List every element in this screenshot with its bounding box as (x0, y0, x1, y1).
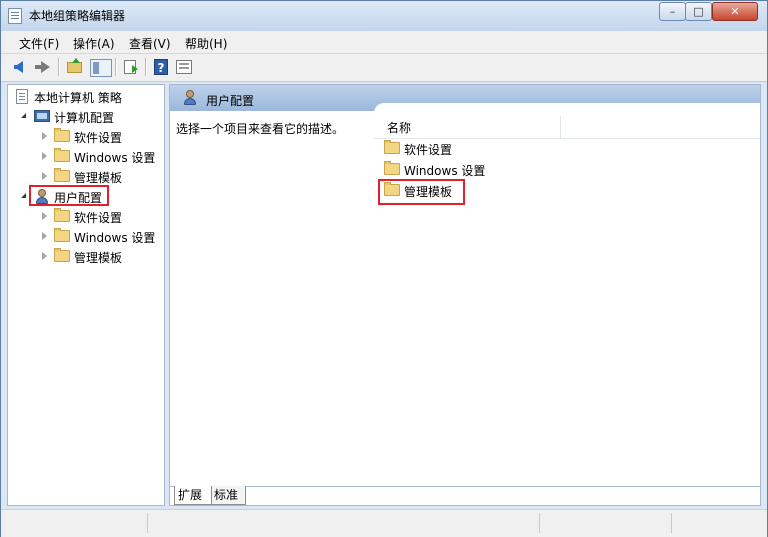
list-item-software[interactable]: 软件设置 (384, 139, 584, 159)
folder-icon (54, 148, 70, 162)
menu-bar: 文件(F) 操作(A) 查看(V) 帮助(H) (1, 31, 767, 54)
status-segment (147, 513, 538, 533)
window-title: 本地组策略编辑器 (29, 9, 126, 23)
column-header[interactable]: 名称 (374, 116, 760, 139)
tree-item-user-software[interactable]: 软件设置 (12, 207, 162, 227)
show-hide-tree-icon (90, 59, 112, 77)
folder-icon (384, 161, 400, 175)
properties-button[interactable] (174, 57, 194, 77)
folder-icon (54, 168, 70, 182)
list-item-windows[interactable]: Windows 设置 (384, 160, 584, 180)
items-list[interactable]: 名称 软件设置 Windows 设置 管理模板 (374, 103, 760, 487)
maximize-button[interactable]: □ (685, 2, 712, 21)
highlight-box-list (378, 179, 465, 205)
description-text: 选择一个项目来查看它的描述。 (176, 122, 345, 136)
tree-item-computer-admin[interactable]: 管理模板 (12, 167, 162, 187)
collapsed-arrow-icon[interactable] (42, 172, 47, 180)
folder-icon (54, 248, 70, 262)
menu-file[interactable]: 文件(F) (19, 35, 59, 52)
folder-icon (54, 128, 70, 142)
menu-view[interactable]: 查看(V) (129, 35, 171, 52)
show-hide-tree-button[interactable] (89, 57, 112, 77)
status-bar (1, 509, 767, 537)
collapsed-arrow-icon[interactable] (42, 232, 47, 240)
toolbar: ? (1, 54, 767, 82)
collapsed-arrow-icon[interactable] (42, 152, 47, 160)
collapsed-arrow-icon[interactable] (42, 212, 47, 220)
toolbar-separator (145, 58, 147, 76)
folder-icon (54, 208, 70, 222)
expanded-arrow-icon[interactable] (21, 193, 26, 198)
help-button[interactable]: ? (151, 57, 171, 77)
properties-icon (176, 60, 192, 74)
toolbar-separator (58, 58, 60, 76)
policy-document-icon (16, 89, 28, 104)
computer-icon (34, 110, 50, 122)
title-bar[interactable]: 本地组策略编辑器 – □ ✕ (1, 1, 767, 31)
policy-editor-icon (8, 8, 22, 24)
tab-extended[interactable]: 扩展 (174, 486, 212, 505)
tree-item-computer-config[interactable]: 计算机配置 (12, 107, 162, 127)
expanded-arrow-icon[interactable] (21, 113, 26, 118)
status-segment (539, 513, 670, 533)
status-segment (671, 513, 766, 533)
tree-label: 软件设置 (74, 211, 123, 225)
tree-label: Windows 设置 (74, 231, 156, 245)
tab-standard[interactable]: 标准 (210, 486, 246, 505)
export-list-button[interactable] (121, 57, 141, 77)
tree-label: 本地计算机 策略 (34, 91, 122, 105)
close-button[interactable]: ✕ (712, 2, 758, 21)
highlight-box-tree (29, 185, 109, 206)
up-one-level-button[interactable] (65, 57, 85, 77)
tree-item-computer-software[interactable]: 软件设置 (12, 127, 162, 147)
tree-item-root[interactable]: 本地计算机 策略 (12, 87, 162, 107)
collapsed-arrow-icon[interactable] (42, 132, 47, 140)
details-pane: 用户配置 选择一个项目来查看它的描述。 名称 软件设置 Windows 设置 管… (169, 84, 761, 506)
tree-label: 计算机配置 (54, 111, 115, 125)
tree-item-user-admin[interactable]: 管理模板 (12, 247, 162, 267)
back-arrow-icon (14, 61, 23, 73)
collapsed-arrow-icon[interactable] (42, 252, 47, 260)
navigation-tree[interactable]: 本地计算机 策略 计算机配置 软件设置 Windows 设置 管理模板 用户配置 (7, 84, 165, 506)
user-config-icon (182, 90, 198, 106)
tree-label: Windows 设置 (74, 151, 156, 165)
menu-action[interactable]: 操作(A) (73, 35, 115, 52)
export-list-icon (124, 60, 138, 74)
tree-item-user-windows[interactable]: Windows 设置 (12, 227, 162, 247)
menu-help[interactable]: 帮助(H) (185, 35, 227, 52)
list-item-label: 软件设置 (404, 143, 453, 157)
column-divider[interactable] (560, 116, 561, 138)
details-header-title: 用户配置 (206, 94, 255, 108)
up-folder-icon (67, 58, 82, 73)
back-button[interactable] (11, 57, 31, 77)
help-icon: ? (154, 59, 168, 75)
list-item-label: Windows 设置 (404, 164, 486, 178)
tree-item-computer-windows[interactable]: Windows 设置 (12, 147, 162, 167)
column-header-name[interactable]: 名称 (387, 119, 411, 136)
view-tabs: 标准 扩展 (170, 486, 760, 505)
forward-button[interactable] (33, 57, 53, 77)
tree-label: 管理模板 (74, 251, 123, 265)
toolbar-separator (115, 58, 117, 76)
tree-label: 软件设置 (74, 131, 123, 145)
minimize-button[interactable]: – (659, 2, 686, 21)
tree-label: 管理模板 (74, 171, 123, 185)
forward-arrow-icon (35, 61, 50, 73)
folder-icon (384, 140, 400, 154)
app-window: 本地组策略编辑器 – □ ✕ 文件(F) 操作(A) 查看(V) 帮助(H) ?… (0, 0, 768, 537)
folder-icon (54, 228, 70, 242)
